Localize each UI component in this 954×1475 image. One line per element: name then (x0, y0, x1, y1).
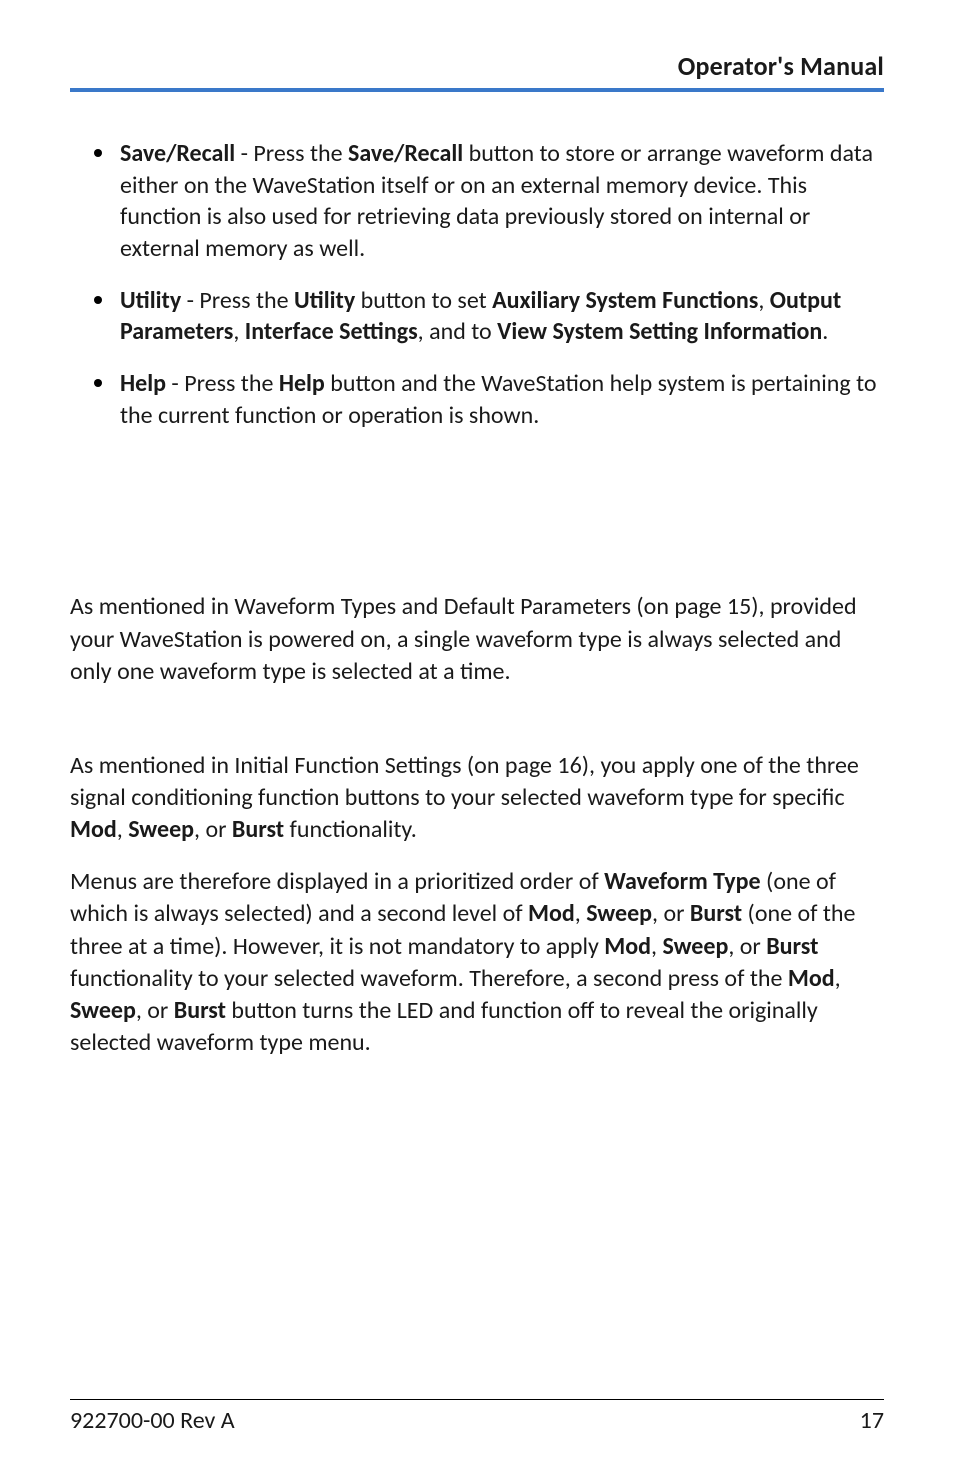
footer-doc-rev: 922700-00 Rev A (70, 1406, 235, 1435)
page-header: Operator's Manual (70, 50, 884, 92)
footer-page-number: 17 (860, 1406, 884, 1435)
bullet-help: Help - Press the Help button and the Wav… (96, 368, 884, 431)
bullet-utility: Utility - Press the Utility button to se… (96, 285, 884, 348)
feature-bullet-list: Save/Recall - Press the Save/Recall butt… (70, 138, 884, 431)
page-footer: 922700-00 Rev A 17 (70, 1399, 884, 1435)
paragraph-waveform-types: As mentioned in Waveform Types and Defau… (70, 591, 884, 687)
header-title: Operator's Manual (678, 50, 884, 82)
bullet-save-recall: Save/Recall - Press the Save/Recall butt… (96, 138, 884, 265)
paragraph-initial-settings: As mentioned in Initial Function Setting… (70, 750, 884, 846)
paragraph-menus: Menus are therefore displayed in a prior… (70, 866, 884, 1059)
term-utility: Utility (120, 286, 181, 315)
term-help: Help (120, 369, 166, 398)
term-save-recall: Save/Recall (120, 139, 235, 168)
